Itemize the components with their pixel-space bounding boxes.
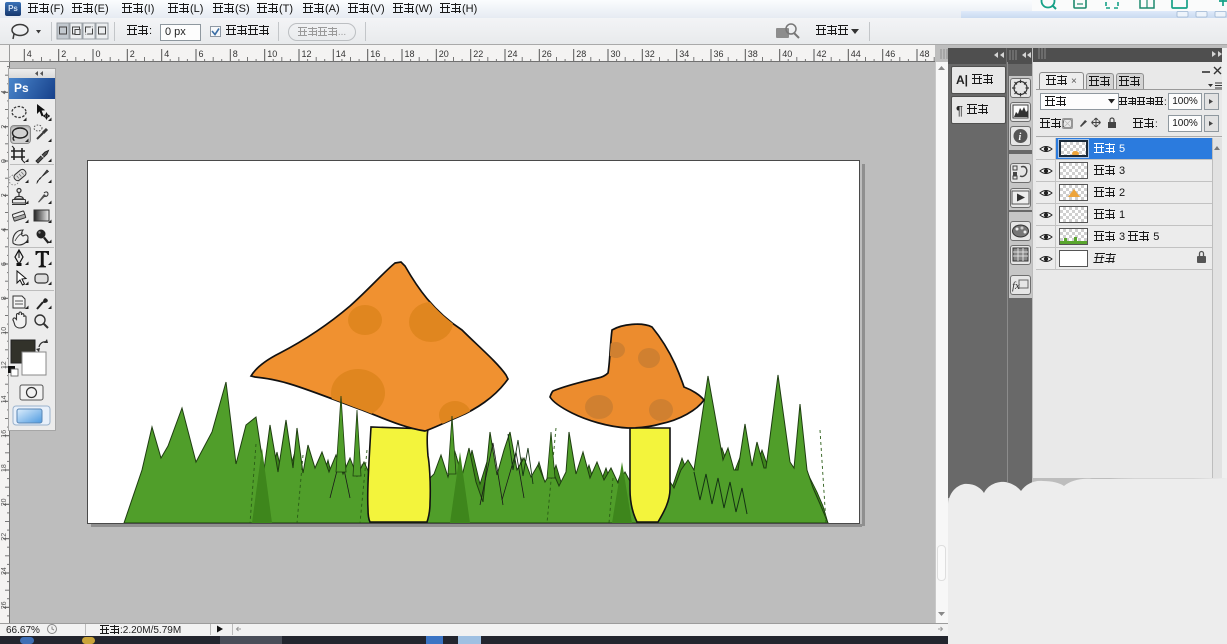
svg-text:28: 28 bbox=[576, 49, 586, 59]
svg-text:22: 22 bbox=[473, 49, 483, 59]
svg-text:16: 16 bbox=[370, 49, 380, 59]
svg-text:2: 2 bbox=[130, 49, 135, 59]
svg-text:48: 48 bbox=[920, 49, 930, 59]
svg-text:14: 14 bbox=[1, 395, 8, 403]
svg-text:10: 10 bbox=[267, 49, 277, 59]
svg-text:8: 8 bbox=[233, 49, 238, 59]
svg-text:4: 4 bbox=[1, 90, 8, 94]
svg-text:14: 14 bbox=[336, 49, 346, 59]
svg-text:24: 24 bbox=[508, 49, 518, 59]
svg-text:40: 40 bbox=[782, 49, 792, 59]
svg-text:44: 44 bbox=[851, 49, 861, 59]
svg-text:46: 46 bbox=[885, 49, 895, 59]
svg-text:26: 26 bbox=[1, 601, 8, 609]
svg-text:30: 30 bbox=[611, 49, 621, 59]
svg-text:4: 4 bbox=[164, 49, 169, 59]
svg-text:2: 2 bbox=[61, 49, 66, 59]
svg-text:4: 4 bbox=[1, 228, 8, 232]
svg-text:26: 26 bbox=[542, 49, 552, 59]
svg-text:18: 18 bbox=[1, 464, 8, 472]
svg-text:42: 42 bbox=[817, 49, 827, 59]
svg-text:38: 38 bbox=[748, 49, 758, 59]
svg-text:6: 6 bbox=[1, 262, 8, 266]
svg-text:20: 20 bbox=[1, 498, 8, 506]
svg-text:0: 0 bbox=[1, 159, 8, 163]
svg-text:8: 8 bbox=[1, 296, 8, 300]
svg-text:36: 36 bbox=[714, 49, 724, 59]
svg-text:32: 32 bbox=[645, 49, 655, 59]
svg-text:16: 16 bbox=[1, 430, 8, 438]
svg-text:24: 24 bbox=[1, 567, 8, 575]
svg-text:10: 10 bbox=[1, 327, 8, 335]
svg-text:18: 18 bbox=[405, 49, 415, 59]
svg-text:0: 0 bbox=[96, 49, 101, 59]
svg-text:6: 6 bbox=[199, 49, 204, 59]
svg-text:12: 12 bbox=[302, 49, 312, 59]
svg-text:22: 22 bbox=[1, 533, 8, 541]
svg-text:34: 34 bbox=[679, 49, 689, 59]
svg-text:12: 12 bbox=[1, 361, 8, 369]
svg-text:20: 20 bbox=[439, 49, 449, 59]
svg-text:4: 4 bbox=[27, 49, 32, 59]
svg-text:2: 2 bbox=[1, 193, 8, 197]
svg-text:2: 2 bbox=[1, 125, 8, 129]
